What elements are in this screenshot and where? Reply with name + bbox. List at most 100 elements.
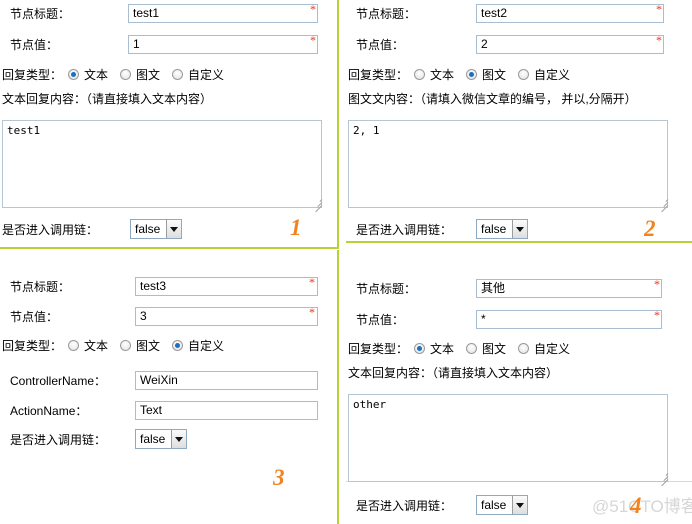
node-title-row: 节点标题： 其他 *: [356, 275, 686, 301]
panel-number: 1: [290, 215, 302, 240]
reply-type-label: 回复类型：: [2, 339, 63, 353]
radio-option-text[interactable]: 文本: [68, 337, 108, 354]
node-value-row: 节点值： 2 *: [356, 31, 686, 57]
watermark: @51CTO博客: [592, 497, 692, 516]
node-value-row: 节点值： 1 *: [10, 31, 330, 57]
action-name-label: ActionName：: [10, 403, 88, 418]
enter-chain-label: 是否进入调用链：: [356, 498, 453, 513]
controller-name-input[interactable]: WeiXin: [135, 370, 318, 390]
enter-chain-select-value: false: [140, 432, 166, 446]
radio-text-icon[interactable]: [414, 69, 426, 80]
node-value-input[interactable]: 1: [128, 34, 318, 54]
node-value-input[interactable]: 3: [135, 306, 318, 326]
radio-custom-label: 自定义: [534, 68, 571, 82]
node-title-input[interactable]: test2: [476, 3, 664, 23]
enter-chain-select[interactable]: false: [476, 495, 528, 515]
radio-imgtext-label: 图文: [136, 339, 161, 353]
radio-imgtext-icon[interactable]: [466, 343, 478, 354]
node-value-label: 节点值：: [356, 37, 405, 52]
radio-option-imgtext[interactable]: 图文: [120, 337, 160, 354]
radio-text-label: 文本: [84, 68, 109, 82]
node-value-input[interactable]: 2: [476, 34, 664, 54]
radio-option-imgtext[interactable]: 图文: [466, 66, 506, 83]
enter-chain-label: 是否进入调用链：: [2, 222, 99, 237]
reply-content-textarea[interactable]: other: [348, 394, 668, 482]
radio-option-text[interactable]: 文本: [414, 340, 454, 357]
radio-imgtext-label: 图文: [136, 68, 161, 82]
radio-option-custom[interactable]: 自定义: [518, 340, 570, 357]
action-name-input[interactable]: Text: [135, 400, 318, 420]
reply-type-label: 回复类型：: [348, 68, 409, 82]
radio-option-custom[interactable]: 自定义: [172, 66, 224, 83]
radio-imgtext-icon[interactable]: [120, 340, 132, 351]
required-asterisk: *: [656, 33, 662, 47]
radio-imgtext-icon[interactable]: [120, 69, 132, 80]
node-value-input[interactable]: *: [476, 309, 662, 329]
required-asterisk: *: [656, 2, 662, 16]
node-title-input[interactable]: test3: [135, 276, 318, 296]
chevron-down-icon[interactable]: [512, 220, 527, 238]
reply-type-row: 回复类型： 文本 图文 自定义: [2, 66, 236, 83]
radio-text-icon[interactable]: [68, 340, 80, 351]
enter-chain-row: 是否进入调用链： false: [10, 426, 187, 452]
radio-option-imgtext[interactable]: 图文: [466, 340, 506, 357]
reply-content-textarea[interactable]: 2, 1: [348, 120, 668, 208]
radio-custom-icon[interactable]: [518, 69, 530, 80]
chevron-down-icon[interactable]: [171, 430, 186, 448]
required-asterisk: *: [309, 275, 315, 289]
radio-custom-icon[interactable]: [172, 69, 184, 80]
node-title-input[interactable]: 其他: [476, 278, 662, 298]
radio-option-text[interactable]: 文本: [68, 66, 108, 83]
node-value-row: 节点值： 3 *: [10, 303, 330, 329]
panel-number: 3: [273, 465, 285, 490]
radio-option-text[interactable]: 文本: [414, 66, 454, 83]
radio-custom-icon[interactable]: [518, 343, 530, 354]
reply-content-textarea[interactable]: test1: [2, 120, 322, 208]
radio-text-label: 文本: [430, 68, 455, 82]
radio-option-custom[interactable]: 自定义: [172, 337, 224, 354]
node-title-row: 节点标题： test3 *: [10, 273, 330, 299]
radio-text-label: 文本: [84, 339, 109, 353]
enter-chain-row: 是否进入调用链： false: [356, 216, 528, 242]
panel-number: 2: [644, 216, 656, 241]
node-value-label: 节点值：: [10, 37, 59, 52]
radio-text-icon[interactable]: [414, 343, 426, 354]
reply-content-hint: 文本回复内容：（请直接填入文本内容）: [2, 92, 213, 106]
enter-chain-select[interactable]: false: [135, 429, 187, 449]
enter-chain-row: 是否进入调用链： false: [356, 492, 528, 518]
required-asterisk: *: [310, 2, 316, 16]
radio-custom-icon[interactable]: [172, 340, 184, 351]
panel-4: 节点标题： 其他 * 节点值： * * 回复类型： 文本 图文 自定义 文本回复…: [346, 258, 692, 524]
radio-text-label: 文本: [430, 342, 455, 356]
node-title-label: 节点标题：: [356, 6, 417, 21]
required-asterisk: *: [310, 33, 316, 47]
required-asterisk: *: [654, 308, 660, 322]
node-value-label: 节点值：: [10, 309, 59, 324]
radio-custom-label: 自定义: [188, 339, 225, 353]
panel-number: 4: [630, 493, 642, 518]
node-title-input[interactable]: test1: [128, 3, 318, 23]
radio-imgtext-icon[interactable]: [466, 69, 478, 80]
chevron-down-icon[interactable]: [166, 220, 181, 238]
node-value-row: 节点值： * *: [356, 306, 686, 332]
enter-chain-select[interactable]: false: [130, 219, 182, 239]
panel-1: 节点标题： test1 * 节点值： 1 * 回复类型： 文本 图文 自定义 文…: [0, 0, 337, 248]
radio-custom-label: 自定义: [534, 342, 571, 356]
reply-content-hint: 图文文内容：（请填入微信文章的编号， 并以,分隔开）: [348, 92, 637, 106]
required-asterisk: *: [309, 305, 315, 319]
reply-content-hint: 文本回复内容：（请直接填入文本内容）: [348, 366, 559, 380]
required-asterisk: *: [654, 277, 660, 291]
radio-option-custom[interactable]: 自定义: [518, 66, 570, 83]
controller-name-label: ControllerName：: [10, 373, 107, 388]
panel-2: 节点标题： test2 * 节点值： 2 * 回复类型： 文本 图文 自定义 图…: [346, 0, 692, 248]
controller-name-row: ControllerName： WeiXin: [10, 367, 330, 393]
reply-type-label: 回复类型：: [348, 342, 409, 356]
divider-vertical-top: [337, 0, 339, 248]
enter-chain-select-value: false: [135, 222, 161, 236]
radio-option-imgtext[interactable]: 图文: [120, 66, 160, 83]
radio-text-icon[interactable]: [68, 69, 80, 80]
enter-chain-select[interactable]: false: [476, 219, 528, 239]
chevron-down-icon[interactable]: [512, 496, 527, 514]
enter-chain-select-value: false: [481, 498, 507, 512]
radio-custom-label: 自定义: [188, 68, 225, 82]
